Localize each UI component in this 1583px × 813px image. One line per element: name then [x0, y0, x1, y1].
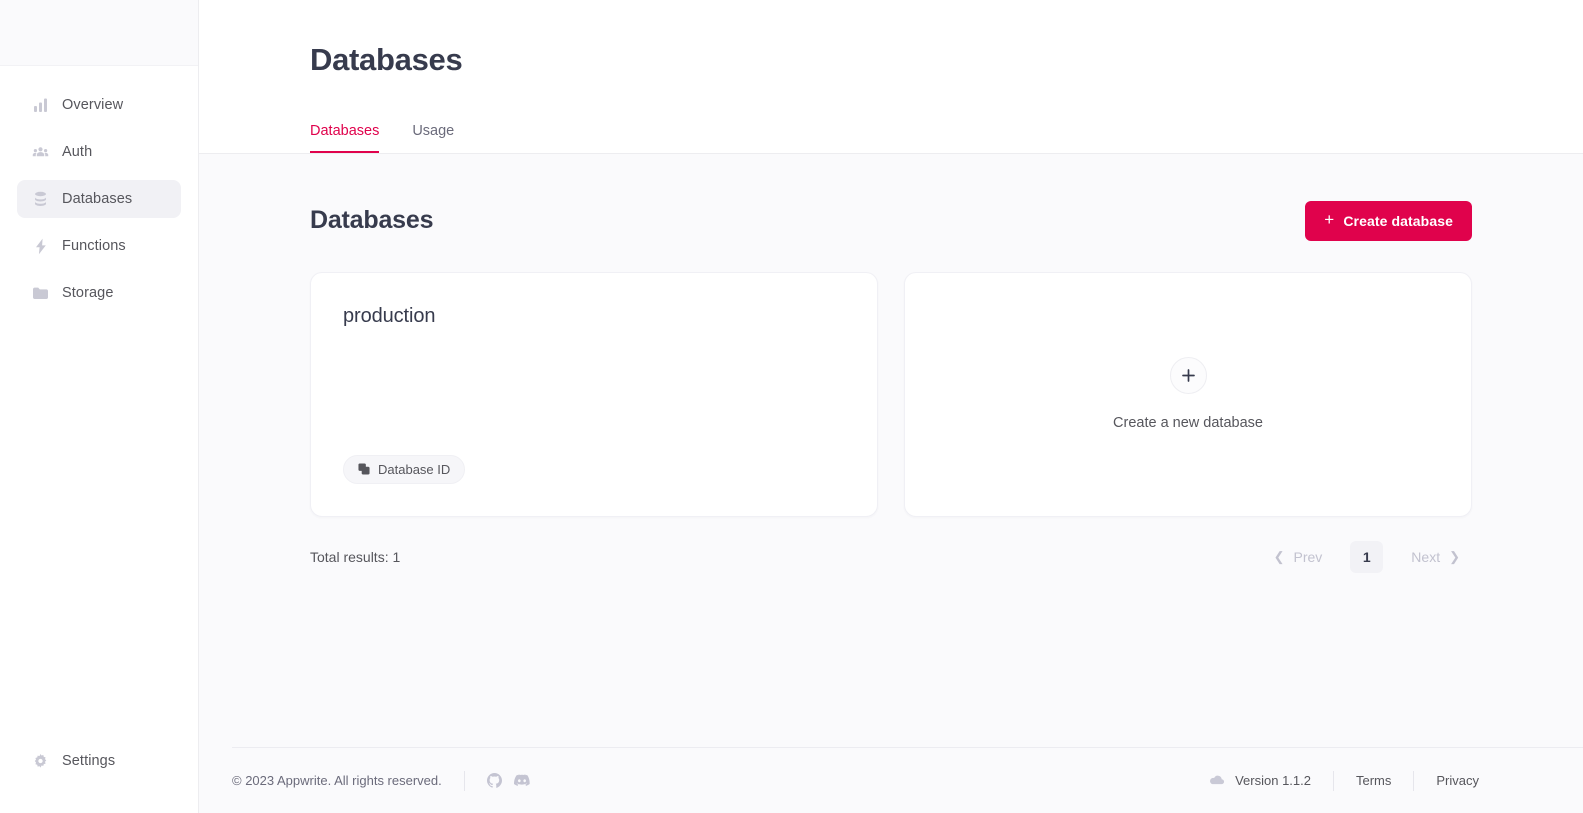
database-id-chip-label: Database ID: [378, 461, 451, 477]
version-label: Version 1.1.2: [1235, 773, 1311, 788]
sidebar-nav: Overview Auth Databases Functions Storag…: [0, 66, 198, 312]
sidebar: Overview Auth Databases Functions Storag…: [0, 0, 199, 813]
pagination-next-button[interactable]: Next ❯: [1399, 541, 1472, 573]
sidebar-item-label: Databases: [62, 190, 133, 207]
social-links: [465, 773, 530, 788]
tab-databases[interactable]: Databases: [310, 124, 380, 153]
content-area: Databases + Create database production D…: [199, 154, 1583, 748]
cloud-icon: [1209, 775, 1225, 786]
chevron-right-icon: ❯: [1449, 549, 1460, 564]
sidebar-item-settings[interactable]: Settings: [17, 742, 181, 780]
create-database-button[interactable]: + Create database: [1305, 200, 1472, 241]
footer-right: Version 1.1.2 Terms Privacy: [1209, 770, 1479, 791]
pagination: ❮ Prev 1 Next ❯: [1262, 540, 1472, 573]
section-header: Databases + Create database: [310, 154, 1472, 241]
create-new-database-card[interactable]: Create a new database: [904, 271, 1472, 517]
sidebar-header: [0, 0, 198, 66]
database-card[interactable]: production Database ID: [310, 271, 878, 517]
create-database-button-label: Create database: [1343, 212, 1453, 229]
version-info: Version 1.1.2: [1209, 773, 1333, 788]
footer-left: © 2023 Appwrite. All rights reserved.: [232, 770, 530, 791]
page-title: Databases: [310, 42, 463, 77]
create-new-database-label: Create a new database: [1113, 415, 1263, 431]
gear-icon: [32, 753, 49, 770]
terms-link[interactable]: Terms: [1334, 773, 1413, 788]
pagination-prev-label: Prev: [1293, 548, 1323, 565]
sidebar-item-label: Storage: [62, 284, 114, 301]
page-header: Databases Databases Usage: [199, 0, 1583, 154]
copyright-text: © 2023 Appwrite. All rights reserved.: [232, 773, 442, 788]
sidebar-item-storage[interactable]: Storage: [17, 274, 181, 312]
sidebar-item-auth[interactable]: Auth: [17, 133, 181, 171]
tab-usage[interactable]: Usage: [412, 124, 454, 153]
plus-icon: +: [1324, 210, 1335, 229]
footer: © 2023 Appwrite. All rights reserved. Ve…: [232, 747, 1583, 813]
database-name: production: [343, 304, 436, 327]
copy-icon: [358, 463, 370, 475]
lightning-bolt-icon: [32, 238, 49, 255]
total-results: Total results: 1: [310, 548, 401, 565]
sidebar-item-overview[interactable]: Overview: [17, 86, 181, 124]
sidebar-item-label: Overview: [62, 96, 124, 113]
tab-bar: Databases Usage: [310, 124, 1583, 153]
sidebar-item-label: Functions: [62, 237, 126, 254]
chevron-left-icon: ❮: [1273, 549, 1285, 564]
pagination-prev-button[interactable]: ❮ Prev: [1262, 541, 1335, 573]
main-content: Databases Databases Usage Databases + Cr…: [199, 0, 1583, 813]
users-icon: [32, 144, 49, 161]
pagination-row: Total results: 1 ❮ Prev 1 Next ❯: [310, 540, 1472, 573]
database-icon: [32, 191, 49, 208]
bar-chart-icon: [32, 97, 49, 114]
sidebar-item-databases[interactable]: Databases: [17, 180, 181, 218]
database-id-chip[interactable]: Database ID: [343, 454, 466, 484]
pagination-next-label: Next: [1411, 548, 1441, 565]
sidebar-item-label: Settings: [62, 752, 116, 769]
github-icon[interactable]: [486, 773, 502, 788]
pagination-page-1[interactable]: 1: [1350, 540, 1384, 573]
app-root: Overview Auth Databases Functions Storag…: [0, 0, 1583, 813]
section-title: Databases: [310, 206, 434, 234]
plus-icon: [1169, 357, 1207, 394]
sidebar-item-label: Auth: [62, 143, 93, 160]
discord-icon[interactable]: [513, 774, 530, 787]
sidebar-item-functions[interactable]: Functions: [17, 227, 181, 265]
privacy-link[interactable]: Privacy: [1414, 773, 1479, 788]
folder-icon: [32, 285, 49, 302]
database-cards-grid: production Database ID Create a new data…: [310, 271, 1472, 517]
sidebar-footer: Settings: [0, 742, 198, 813]
